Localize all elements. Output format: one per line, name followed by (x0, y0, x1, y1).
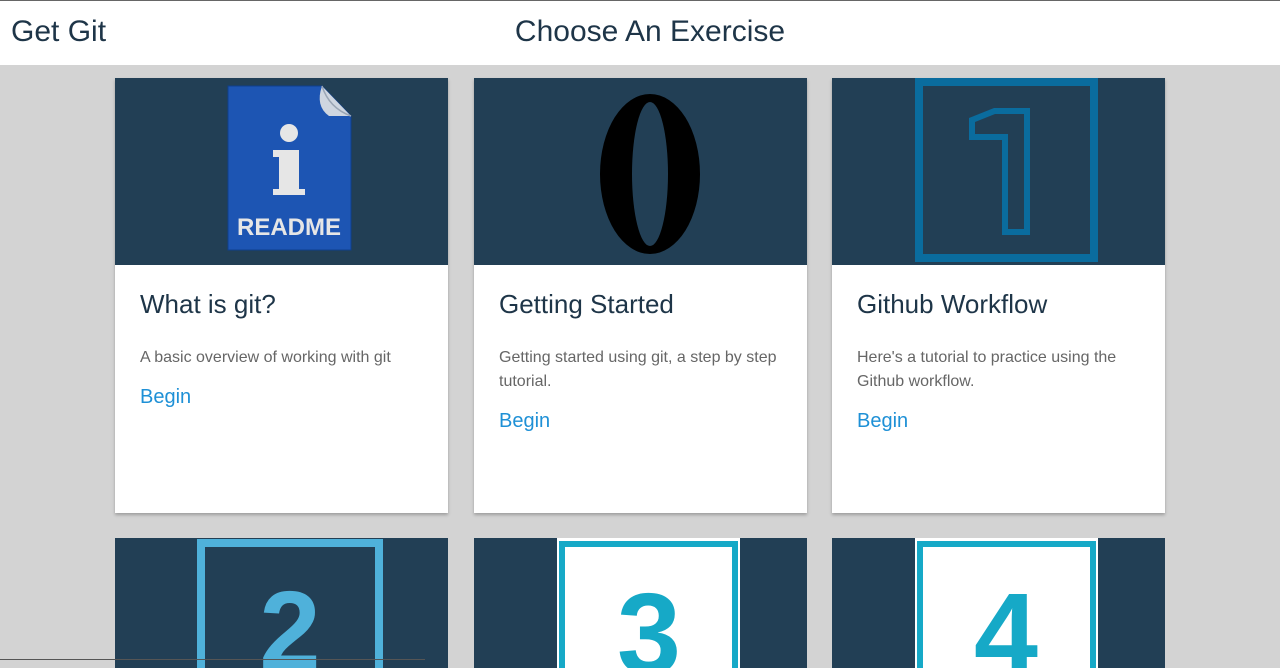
svg-text:3: 3 (617, 570, 681, 668)
number-three-icon: 3 (557, 538, 740, 668)
card-description: Here's a tutorial to practice using the … (857, 349, 1117, 390)
begin-link[interactable]: Begin (499, 410, 550, 433)
card-banner: README (115, 78, 448, 265)
number-two-icon: 2 (197, 539, 383, 668)
number-zero-icon (600, 94, 700, 254)
top-bar: Get Git Choose An Exercise (0, 0, 1280, 65)
page-title: Choose An Exercise (514, 15, 786, 48)
card-title: What is git? (140, 289, 276, 319)
exercise-card-github-workflow: Github Workflow Here's a tutorial to pra… (832, 78, 1165, 513)
svg-text:README: README (237, 214, 341, 241)
exercise-card-what-is-git: README What is git? A basic overview of … (115, 78, 448, 513)
begin-link[interactable]: Begin (857, 410, 908, 433)
svg-text:4: 4 (974, 570, 1038, 668)
exercise-card-getting-started: Getting Started Getting started using gi… (474, 78, 807, 513)
exercise-card-2[interactable]: 2 (115, 538, 448, 668)
begin-link[interactable]: Begin (140, 386, 191, 409)
readme-document-icon: README (227, 85, 352, 251)
card-title: Getting Started (499, 289, 674, 319)
card-banner (474, 78, 807, 265)
card-banner (832, 78, 1165, 265)
exercise-card-3[interactable]: 3 (474, 538, 807, 668)
number-one-icon (915, 78, 1098, 262)
svg-text:2: 2 (259, 569, 320, 668)
card-description: Getting started using git, a step by ste… (499, 349, 777, 390)
card-title: Github Workflow (857, 289, 1048, 319)
exercise-card-4[interactable]: 4 (832, 538, 1165, 668)
number-four-icon: 4 (915, 538, 1098, 668)
card-description: A basic overview of working with git (140, 349, 391, 366)
